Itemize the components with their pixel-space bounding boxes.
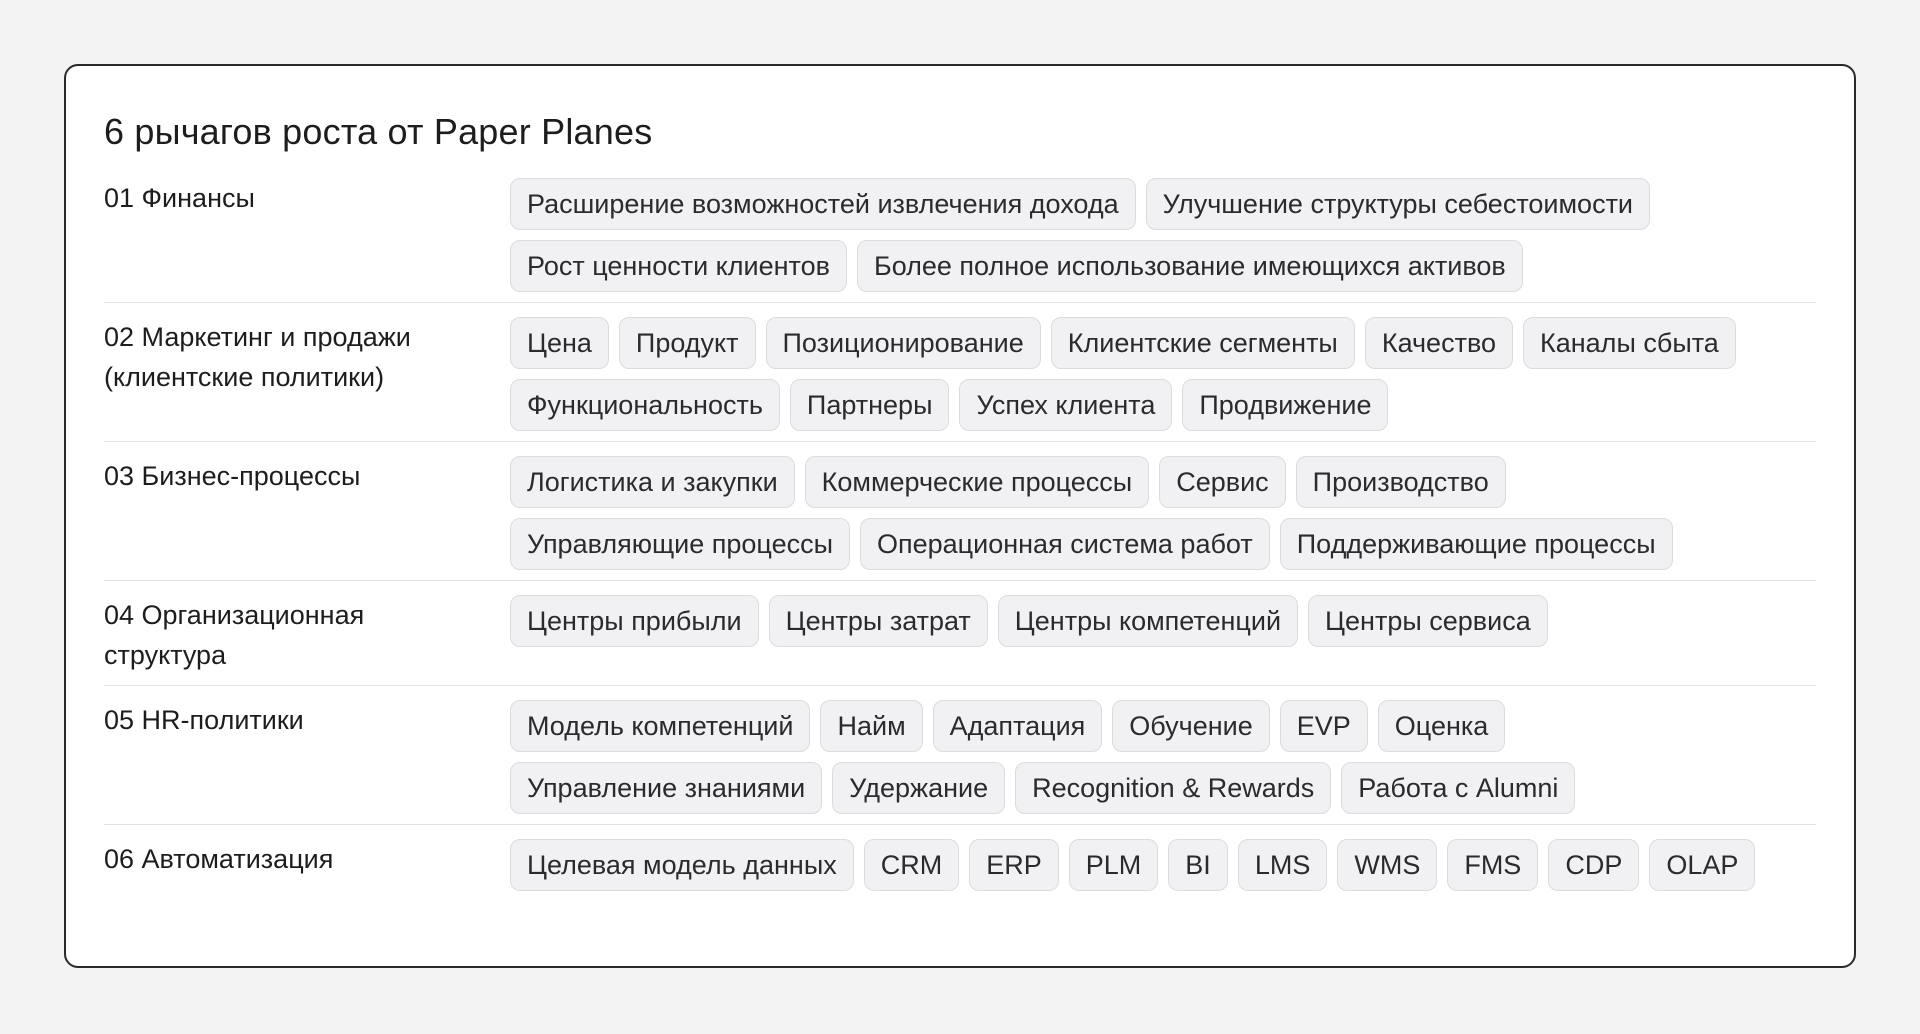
tag[interactable]: Качество [1364, 317, 1514, 369]
tag[interactable]: Успех клиента [959, 379, 1173, 431]
tag[interactable]: Найм [820, 700, 923, 752]
growth-levers-card: 6 рычагов роста от Paper Planes 01 Финан… [64, 64, 1856, 968]
tag[interactable]: Центры компетенций [997, 595, 1299, 647]
tag[interactable]: Позиционирование [765, 317, 1041, 369]
tag[interactable]: Сервис [1159, 456, 1286, 508]
lever-row-business-processes: 03 Бизнес-процессы Логистика и закупки К… [104, 456, 1816, 581]
tag[interactable]: Работа с Alumni [1341, 762, 1576, 814]
tag[interactable]: Рост ценности клиентов [510, 240, 847, 292]
tag-list: Центры прибыли Центры затрат Центры комп… [510, 595, 1816, 647]
tag[interactable]: OLAP [1649, 839, 1756, 891]
tag[interactable]: Расширение возможностей извлечения доход… [510, 178, 1136, 230]
lever-label: 02 Маркетинг и продажи (клиентские полит… [104, 322, 411, 392]
lever-label: 01 Финансы [104, 183, 255, 213]
lever-label: 06 Автоматизация [104, 844, 334, 874]
lever-row-org-structure: 04 Организационная структура Центры приб… [104, 595, 1816, 686]
tag[interactable]: Обучение [1112, 700, 1270, 752]
tag[interactable]: EVP [1279, 700, 1368, 752]
lever-label: 04 Организационная структура [104, 600, 365, 670]
tag[interactable]: Управляющие процессы [510, 518, 850, 570]
tag[interactable]: Модель компетенций [510, 700, 811, 752]
lever-row-marketing: 02 Маркетинг и продажи (клиентские полит… [104, 317, 1816, 442]
tag[interactable]: Логистика и закупки [510, 456, 795, 508]
tag[interactable]: Центры прибыли [510, 595, 759, 647]
tag[interactable]: CDP [1548, 839, 1640, 891]
lever-label: 03 Бизнес-процессы [104, 461, 361, 491]
tag[interactable]: Управление знаниями [510, 762, 823, 814]
tag[interactable]: Цена [510, 317, 609, 369]
tag[interactable]: Адаптация [932, 700, 1103, 752]
tag[interactable]: Улучшение структуры себестоимости [1145, 178, 1651, 230]
tag[interactable]: Центры сервиса [1308, 595, 1548, 647]
tag-list: Цена Продукт Позиционирование Клиентские… [510, 317, 1816, 431]
tag-list: Логистика и закупки Коммерческие процесс… [510, 456, 1816, 570]
lever-row-finance: 01 Финансы Расширение возможностей извле… [104, 178, 1816, 303]
tag[interactable]: CRM [863, 839, 960, 891]
lever-label: 05 HR-политики [104, 705, 304, 735]
tag[interactable]: Удержание [832, 762, 1006, 814]
tag[interactable]: Центры затрат [768, 595, 988, 647]
lever-row-hr-policies: 05 HR-политики Модель компетенций Найм А… [104, 700, 1816, 825]
lever-row-automation: 06 Автоматизация Целевая модель данных C… [104, 839, 1816, 901]
tag[interactable]: LMS [1237, 839, 1328, 891]
tag[interactable]: BI [1168, 839, 1228, 891]
tag[interactable]: Продукт [618, 317, 756, 369]
tag-list: Модель компетенций Найм Адаптация Обучен… [510, 700, 1816, 814]
tag[interactable]: Клиентские сегменты [1050, 317, 1355, 369]
tag[interactable]: Целевая модель данных [510, 839, 854, 891]
tag[interactable]: Поддерживающие процессы [1279, 518, 1673, 570]
tag[interactable]: PLM [1068, 839, 1159, 891]
card-title: 6 рычагов роста от Paper Planes [104, 111, 653, 152]
tag[interactable]: Коммерческие процессы [804, 456, 1150, 508]
tag[interactable]: ERP [969, 839, 1059, 891]
tag[interactable]: Партнеры [789, 379, 950, 431]
tag[interactable]: Продвижение [1182, 379, 1389, 431]
tag[interactable]: Более полное использование имеющихся акт… [856, 240, 1523, 292]
tag[interactable]: WMS [1337, 839, 1438, 891]
tag[interactable]: Оценка [1377, 700, 1506, 752]
tag-list: Целевая модель данных CRM ERP PLM BI LMS… [510, 839, 1816, 891]
tag[interactable]: Recognition & Rewards [1015, 762, 1332, 814]
tag[interactable]: FMS [1447, 839, 1539, 891]
tag-list: Расширение возможностей извлечения доход… [510, 178, 1816, 292]
tag[interactable]: Операционная система работ [860, 518, 1270, 570]
tag[interactable]: Каналы сбыта [1523, 317, 1736, 369]
tag[interactable]: Производство [1295, 456, 1506, 508]
tag[interactable]: Функциональность [510, 379, 780, 431]
